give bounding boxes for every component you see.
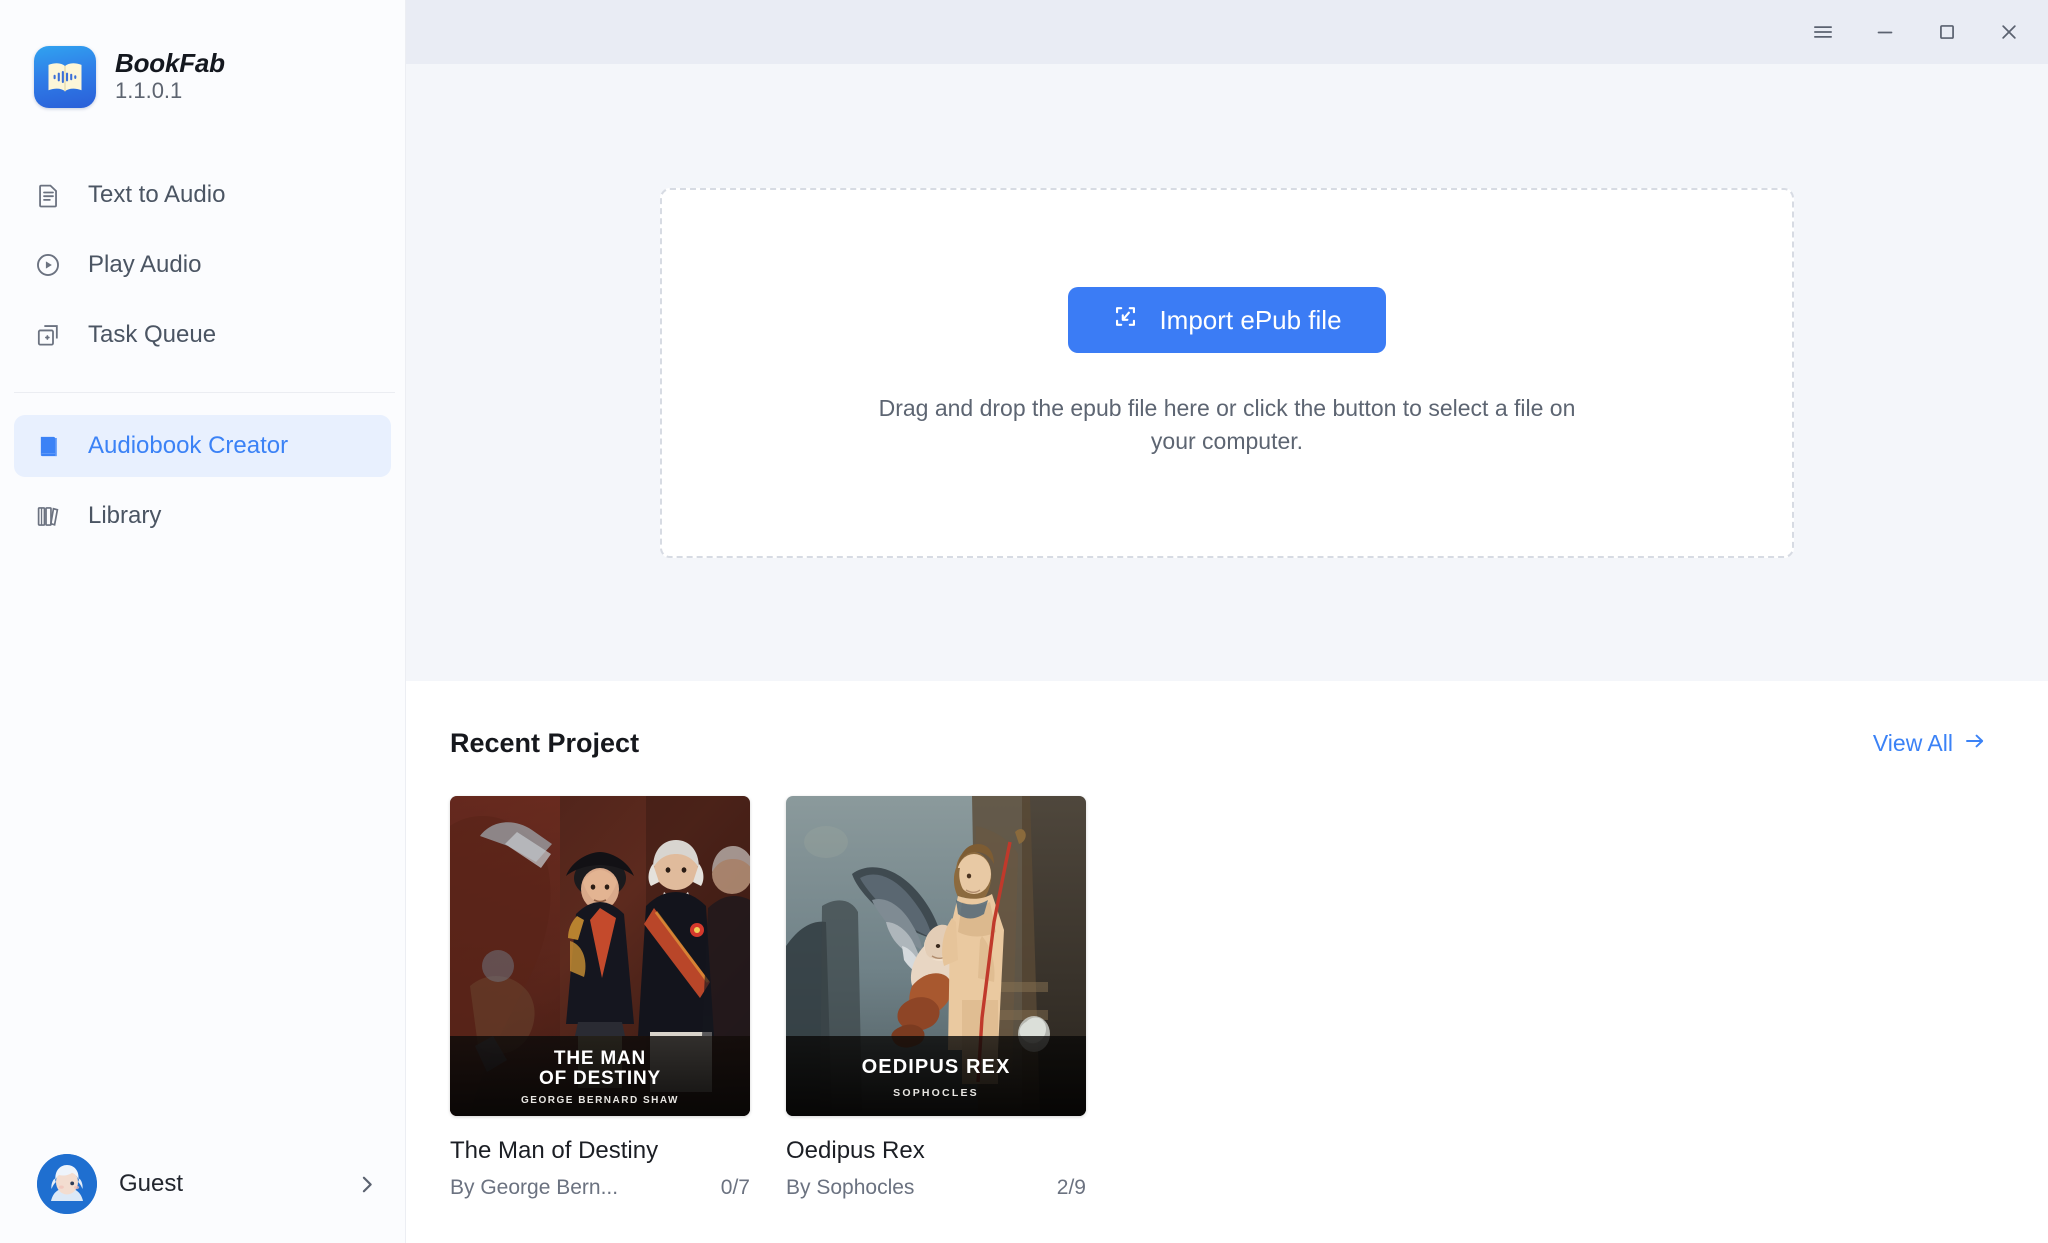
import-epub-label: Import ePub file [1159,305,1341,336]
epub-dropzone[interactable]: Import ePub file Drag and drop the epub … [660,188,1794,558]
nav-divider [14,392,395,393]
project-author: By Sophocles [786,1176,914,1200]
project-title: Oedipus Rex [786,1137,1086,1165]
play-circle-icon [31,248,65,282]
avatar [37,1154,97,1214]
sidebar: BookFab 1.1.0.1 Text to Audio [0,0,406,1243]
brand-text: BookFab 1.1.0.1 [115,50,225,103]
project-meta: By Sophocles 2/9 [786,1176,1086,1200]
brand-name: BookFab [115,50,225,77]
import-epub-button[interactable]: Import ePub file [1068,287,1385,353]
project-card[interactable]: OEDIPUS REX SOPHOCLES Oedipus Rex By Sop… [786,796,1086,1200]
svg-text:OF DESTINY: OF DESTINY [539,1068,661,1089]
menu-icon[interactable] [1792,0,1854,64]
project-card-list: THE MAN OF DESTINY GEORGE BERNARD SHAW T… [450,796,1988,1200]
import-file-icon [1112,303,1139,337]
document-text-icon [31,178,65,212]
book-icon [31,429,65,463]
close-icon[interactable] [1978,0,2040,64]
sidebar-item-label: Play Audio [88,253,201,277]
sidebar-item-audiobook-creator[interactable]: Audiobook Creator [14,415,391,477]
project-progress: 0/7 [709,1176,750,1200]
user-name: Guest [119,1170,332,1198]
svg-text:GEORGE BERNARD SHAW: GEORGE BERNARD SHAW [521,1095,679,1106]
book-cover-oedipus-rex: OEDIPUS REX SOPHOCLES [786,796,1086,1116]
project-progress: 2/9 [1045,1176,1086,1200]
book-cover-the-man-of-destiny: THE MAN OF DESTINY GEORGE BERNARD SHAW [450,796,750,1116]
maximize-icon[interactable] [1916,0,1978,64]
recent-projects-section: Recent Project View All [406,681,2048,1243]
project-title: The Man of Destiny [450,1137,750,1165]
view-all-label: View All [1873,730,1953,757]
project-author: By George Bern... [450,1176,618,1200]
sidebar-item-label: Task Queue [88,323,216,347]
arrow-right-icon [1963,729,1987,759]
sidebar-item-text-to-audio[interactable]: Text to Audio [14,164,391,226]
recent-header: Recent Project View All [450,728,1988,759]
sidebar-item-label: Text to Audio [88,183,225,207]
svg-text:THE MAN: THE MAN [554,1048,646,1069]
sidebar-item-library[interactable]: Library [14,485,391,547]
app-window: BookFab 1.1.0.1 Text to Audio [0,0,2048,1243]
user-account-row[interactable]: Guest [0,1125,405,1243]
import-section: Import ePub file Drag and drop the epub … [406,64,2048,681]
book-audio-logo-icon [34,46,96,108]
bookshelf-icon [31,499,65,533]
svg-text:OEDIPUS REX: OEDIPUS REX [862,1056,1011,1078]
sidebar-item-task-queue[interactable]: Task Queue [14,304,391,366]
main-area: Import ePub file Drag and drop the epub … [406,0,2048,1243]
chevron-right-icon[interactable] [354,1172,379,1197]
brand: BookFab 1.1.0.1 [0,0,405,120]
page-title: Recent Project [450,728,639,759]
sidebar-item-play-audio[interactable]: Play Audio [14,234,391,296]
project-meta: By George Bern... 0/7 [450,1176,750,1200]
project-card[interactable]: THE MAN OF DESTINY GEORGE BERNARD SHAW T… [450,796,750,1200]
dropzone-hint: Drag and drop the epub file here or clic… [862,392,1592,457]
titlebar [406,0,2048,64]
sidebar-item-label: Library [88,504,161,528]
stacked-add-icon [31,318,65,352]
svg-text:SOPHOCLES: SOPHOCLES [893,1087,979,1099]
brand-version: 1.1.0.1 [115,79,225,103]
sidebar-nav: Text to Audio Play Audio [0,164,405,547]
view-all-link[interactable]: View All [1873,729,1987,759]
minimize-icon[interactable] [1854,0,1916,64]
sidebar-item-label: Audiobook Creator [88,434,288,458]
